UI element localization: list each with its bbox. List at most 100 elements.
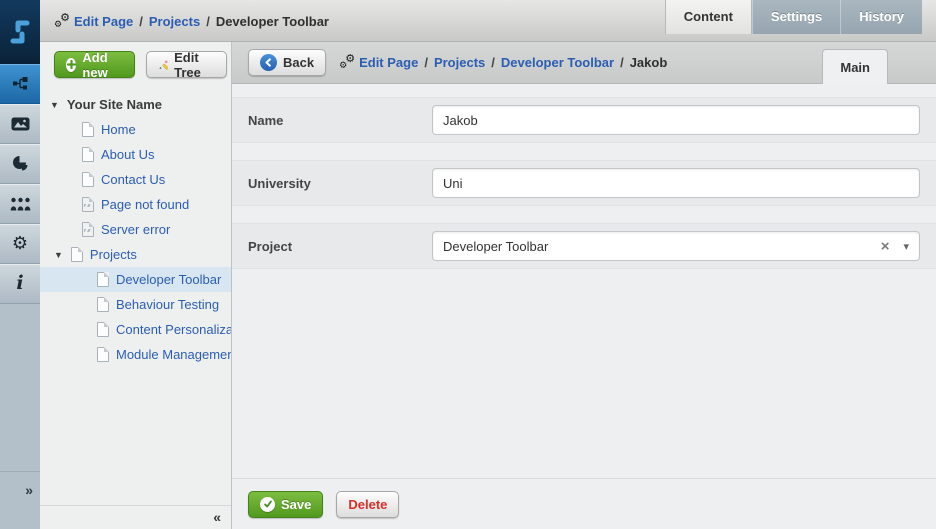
tree-item-label[interactable]: Behaviour Testing: [116, 297, 219, 312]
name-field[interactable]: [432, 105, 920, 135]
project-select[interactable]: Developer Toolbar × ▾: [432, 231, 920, 261]
breadcrumb-link-projects[interactable]: Projects: [149, 14, 200, 29]
plus-icon: [66, 58, 76, 72]
info-icon: i: [16, 274, 23, 293]
back-arrow-icon: [260, 54, 277, 71]
check-icon: [260, 497, 275, 512]
breadcrumb-separator: /: [424, 55, 428, 70]
project-select-value: Developer Toolbar: [443, 239, 881, 254]
rail-item-libraries[interactable]: [0, 104, 40, 144]
edit-tree-button[interactable]: Edit Tree: [146, 51, 227, 78]
tree-root-label: Your Site Name: [67, 97, 162, 112]
breadcrumb-separator: /: [620, 55, 624, 70]
dropdown-caret-icon[interactable]: ▾: [903, 240, 909, 253]
save-button[interactable]: Save: [248, 491, 323, 518]
error-page-icon: [82, 222, 94, 237]
save-label: Save: [281, 497, 311, 512]
form-actions: Save Delete: [232, 478, 936, 529]
tree-item-projects[interactable]: ▼ Projects: [40, 242, 231, 267]
caret-down-icon[interactable]: ▼: [50, 100, 59, 110]
tree-item-developer-toolbar[interactable]: Developer Toolbar: [40, 267, 231, 292]
image-icon: [11, 117, 30, 131]
users-icon: [10, 197, 31, 211]
tree-item-home[interactable]: Home: [40, 117, 231, 142]
page-icon: [71, 247, 83, 262]
caret-down-icon[interactable]: ▼: [54, 250, 63, 260]
edit-tree-label: Edit Tree: [174, 50, 215, 80]
tree-item-about-us[interactable]: About Us: [40, 142, 231, 167]
back-button[interactable]: Back: [248, 49, 326, 76]
tree-item-label[interactable]: Server error: [101, 222, 170, 237]
tab-settings[interactable]: Settings: [752, 0, 840, 34]
rail-item-info[interactable]: i: [0, 264, 40, 304]
delete-label: Delete: [348, 497, 387, 512]
tree-item-label[interactable]: Developer Toolbar: [116, 272, 221, 287]
rail-item-administration[interactable]: ⚙: [0, 224, 40, 264]
tree-item-content-personalization[interactable]: Content Personalization: [40, 317, 231, 342]
delete-button[interactable]: Delete: [336, 491, 399, 518]
tree-item-label[interactable]: Module Management: [116, 347, 231, 362]
gears-icon: ⚙⚙: [55, 12, 68, 31]
breadcrumb-link-developer-toolbar[interactable]: Developer Toolbar: [501, 55, 614, 70]
tab-main[interactable]: Main: [822, 49, 888, 84]
tree-item-label[interactable]: Home: [101, 122, 136, 137]
tree-item-label[interactable]: Contact Us: [101, 172, 165, 187]
rail-expand-control[interactable]: »: [0, 471, 40, 529]
tree-toolbar: Add new Edit Tree: [40, 42, 231, 88]
pie-chart-icon: [12, 155, 29, 172]
breadcrumb-current: Developer Toolbar: [216, 14, 329, 29]
collapse-left-icon: «: [213, 509, 221, 525]
tab-history[interactable]: History: [840, 0, 922, 34]
edit-form: Name University Project Developer Toolba…: [232, 84, 936, 478]
site-tree: ▼ Your Site Name Home About Us Contact U…: [40, 88, 231, 505]
cms-app: ⚙⚙ Edit Page / Projects / Developer Tool…: [0, 0, 936, 529]
content-header: Back ⚙⚙ Edit Page / Projects / Developer…: [232, 42, 936, 84]
error-page-icon: [82, 197, 94, 212]
breadcrumb-current-item: Jakob: [630, 55, 668, 70]
tree-collapse-control[interactable]: «: [40, 505, 231, 529]
add-new-label: Add new: [82, 50, 122, 80]
tree-item-page-not-found[interactable]: Page not found: [40, 192, 231, 217]
page-icon: [82, 172, 94, 187]
breadcrumb-separator: /: [206, 14, 210, 29]
university-field-label: University: [248, 176, 432, 191]
page-icon: [82, 147, 94, 162]
page-icon: [97, 272, 109, 287]
breadcrumb: ⚙⚙ Edit Page / Projects / Developer Tool…: [40, 0, 329, 42]
name-field-label: Name: [248, 113, 432, 128]
breadcrumb-link-edit-page[interactable]: Edit Page: [359, 55, 418, 70]
tree-item-contact-us[interactable]: Contact Us: [40, 167, 231, 192]
logo-s-icon: [7, 17, 33, 47]
rail-item-pages[interactable]: [0, 64, 40, 104]
tree-item-behaviour-testing[interactable]: Behaviour Testing: [40, 292, 231, 317]
add-new-button[interactable]: Add new: [54, 51, 135, 78]
form-row-project: Project Developer Toolbar × ▾: [232, 223, 936, 269]
pencil-icon: [158, 58, 168, 72]
top-tab-bar: Content Settings History: [665, 0, 922, 34]
tree-item-module-management[interactable]: Module Management: [40, 342, 231, 367]
rail-item-reports[interactable]: [0, 144, 40, 184]
back-label: Back: [283, 55, 314, 70]
tree-root-your-site-name[interactable]: ▼ Your Site Name: [40, 92, 231, 117]
tree-item-label[interactable]: Page not found: [101, 197, 189, 212]
page-icon: [97, 322, 109, 337]
app-logo[interactable]: [0, 0, 40, 64]
tree-item-label[interactable]: About Us: [101, 147, 154, 162]
sitemap-icon: [12, 76, 28, 91]
page-icon: [97, 297, 109, 312]
breadcrumb-link-edit-page[interactable]: Edit Page: [74, 14, 133, 29]
university-field[interactable]: [432, 168, 920, 198]
breadcrumb-separator: /: [491, 55, 495, 70]
main-content: Back ⚙⚙ Edit Page / Projects / Developer…: [232, 42, 936, 529]
clear-selection-icon[interactable]: ×: [881, 238, 890, 255]
page-icon: [97, 347, 109, 362]
tree-item-label[interactable]: Content Personalization: [116, 322, 231, 337]
tab-content[interactable]: Content: [665, 0, 752, 34]
icon-rail: ⚙ i »: [0, 0, 40, 529]
tree-item-server-error[interactable]: Server error: [40, 217, 231, 242]
tree-item-label[interactable]: Projects: [90, 247, 137, 262]
item-breadcrumb: ⚙⚙ Edit Page / Projects / Developer Tool…: [340, 53, 667, 72]
breadcrumb-link-projects[interactable]: Projects: [434, 55, 485, 70]
rail-item-users[interactable]: [0, 184, 40, 224]
rail-filler: [0, 304, 40, 471]
